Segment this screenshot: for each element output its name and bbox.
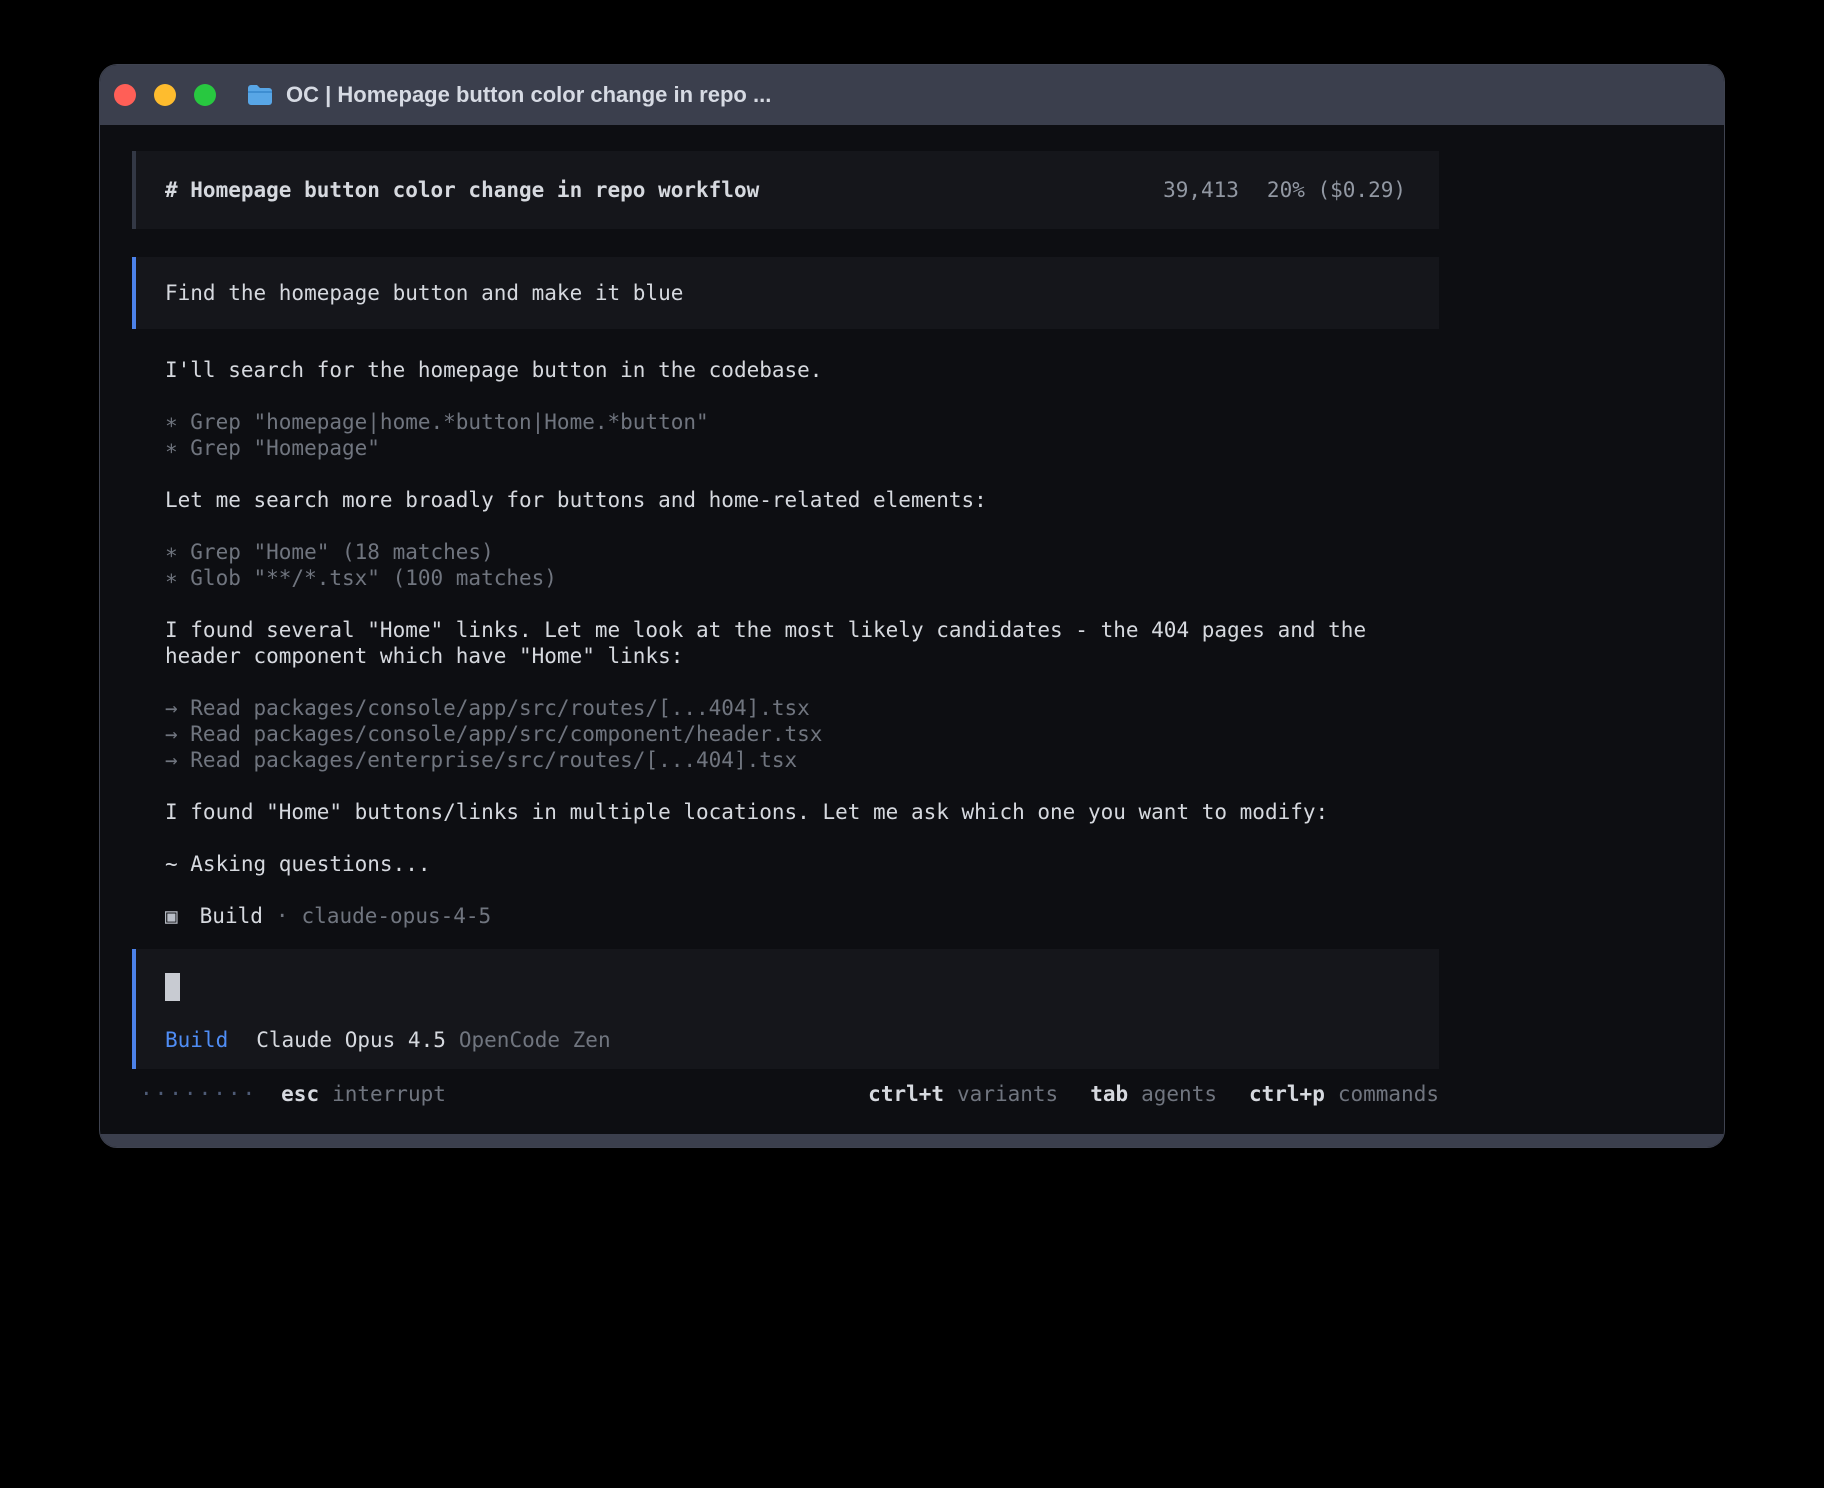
- hint-esc-interrupt: esc interrupt: [281, 1081, 446, 1107]
- token-count: 39,413: [1163, 178, 1239, 202]
- assistant-paragraph: Let me search more broadly for buttons a…: [165, 487, 1406, 513]
- editor-footer: Build Claude Opus 4.5 OpenCode Zen: [165, 1027, 1411, 1053]
- context-usage: 20% ($0.29): [1267, 178, 1406, 202]
- hint-commands: ctrl+p commands: [1249, 1081, 1439, 1107]
- hint-key: ctrl+p: [1249, 1081, 1325, 1107]
- titlebar-title-group: OC | Homepage button color change in rep…: [246, 82, 771, 108]
- agent-status-line: ▣ Build · claude-opus-4-5: [165, 903, 1406, 929]
- terminal-window: OC | Homepage button color change in rep…: [99, 64, 1725, 1148]
- tool-call-read: → Read packages/enterprise/src/routes/[.…: [165, 747, 1406, 773]
- session-title: # Homepage button color change in repo w…: [165, 178, 759, 202]
- window-close-button[interactable]: [114, 84, 136, 106]
- assistant-status-text: ~ Asking questions...: [165, 851, 1406, 877]
- agent-square-icon: ▣: [165, 903, 178, 929]
- session-header: # Homepage button color change in repo w…: [132, 151, 1439, 229]
- window-minimize-button[interactable]: [154, 84, 176, 106]
- prompt-input[interactable]: Build Claude Opus 4.5 OpenCode Zen: [132, 949, 1439, 1069]
- model-label: Claude Opus 4.5: [256, 1027, 446, 1053]
- agent-model: claude-opus-4-5: [302, 903, 492, 929]
- assistant-paragraph: I found several "Home" links. Let me loo…: [165, 617, 1406, 669]
- agent-name: Build: [200, 903, 263, 929]
- window-bottom-edge: [100, 1134, 1724, 1147]
- hint-label: variants: [957, 1081, 1058, 1107]
- hint-key: ctrl+t: [868, 1081, 944, 1107]
- hint-label: commands: [1338, 1081, 1439, 1107]
- terminal-content: # Homepage button color change in repo w…: [100, 125, 1724, 1107]
- status-bar: ········ esc interrupt ctrl+t variants t…: [132, 1081, 1439, 1107]
- window-title: OC | Homepage button color change in rep…: [286, 82, 771, 108]
- tool-call-glob: ∗ Glob "**/*.tsx" (100 matches): [165, 565, 1406, 591]
- tool-call-grep: ∗ Grep "Home" (18 matches): [165, 539, 1406, 565]
- folder-icon: [246, 83, 274, 107]
- tool-call-grep: ∗ Grep "Homepage": [165, 435, 1406, 461]
- assistant-transcript: I'll search for the homepage button in t…: [132, 357, 1439, 929]
- spinner-dots: ········: [140, 1081, 257, 1107]
- status-bar-left: ········ esc interrupt: [140, 1081, 446, 1107]
- tool-call-group: → Read packages/console/app/src/routes/[…: [165, 695, 1406, 773]
- hint-variants: ctrl+t variants: [868, 1081, 1058, 1107]
- hint-key: tab: [1090, 1081, 1128, 1107]
- window-titlebar[interactable]: OC | Homepage button color change in rep…: [100, 65, 1724, 125]
- hint-label: interrupt: [332, 1081, 446, 1107]
- user-message: Find the homepage button and make it blu…: [132, 257, 1439, 329]
- tool-call-read: → Read packages/console/app/src/componen…: [165, 721, 1406, 747]
- hint-key: esc: [281, 1081, 319, 1107]
- agent-separator: ·: [276, 903, 289, 929]
- agent-mode-label: Build: [165, 1027, 228, 1053]
- hint-label: agents: [1141, 1081, 1217, 1107]
- session-stats: 39,413 20% ($0.29): [1163, 178, 1406, 202]
- tool-call-group: ∗ Grep "Home" (18 matches) ∗ Glob "**/*.…: [165, 539, 1406, 591]
- text-cursor: [165, 973, 180, 1001]
- window-zoom-button[interactable]: [194, 84, 216, 106]
- assistant-paragraph: I'll search for the homepage button in t…: [165, 357, 1406, 383]
- status-bar-right: ctrl+t variants tab agents ctrl+p comman…: [868, 1081, 1439, 1107]
- provider-label: OpenCode Zen: [459, 1027, 611, 1053]
- traffic-lights: [114, 84, 216, 106]
- tool-call-group: ∗ Grep "homepage|home.*button|Home.*butt…: [165, 409, 1406, 461]
- hint-agents: tab agents: [1090, 1081, 1217, 1107]
- tool-call-grep: ∗ Grep "homepage|home.*button|Home.*butt…: [165, 409, 1406, 435]
- user-message-text: Find the homepage button and make it blu…: [165, 281, 683, 305]
- assistant-paragraph: I found "Home" buttons/links in multiple…: [165, 799, 1406, 825]
- tool-call-read: → Read packages/console/app/src/routes/[…: [165, 695, 1406, 721]
